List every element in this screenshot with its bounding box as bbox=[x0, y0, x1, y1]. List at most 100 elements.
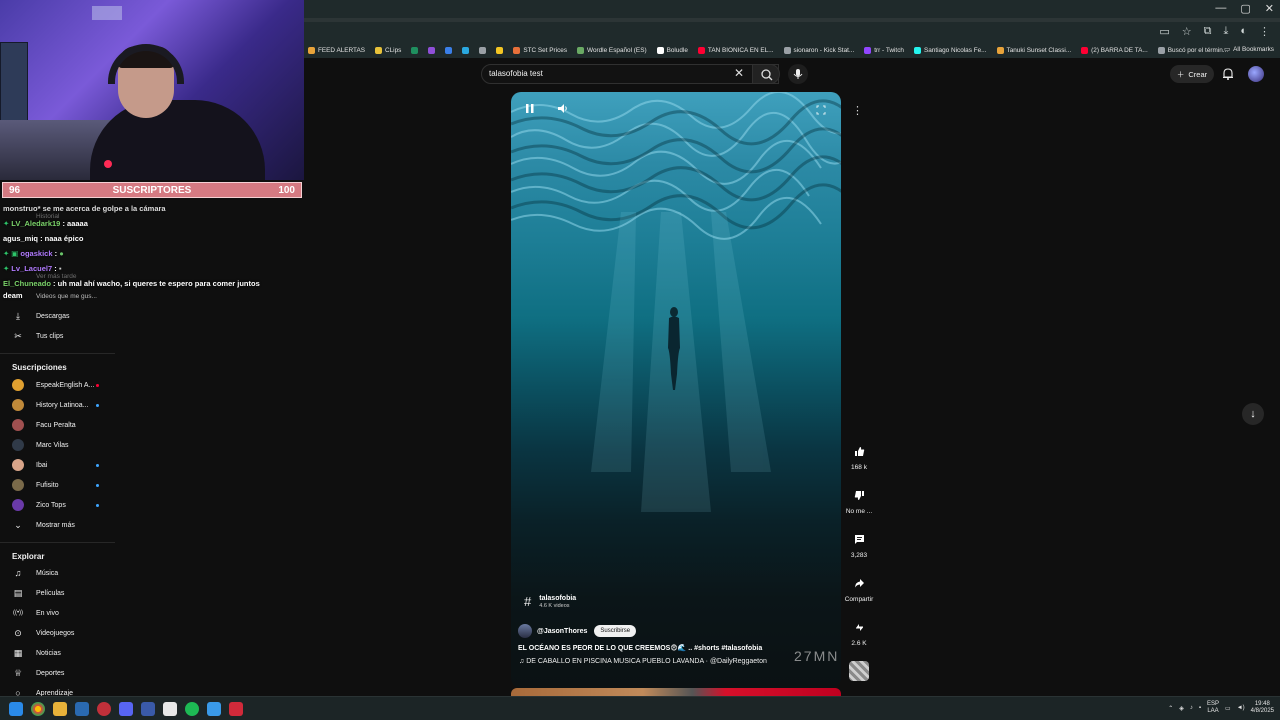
remix-button[interactable] bbox=[848, 616, 870, 638]
hashtag-chip[interactable]: # talasofobia 4.6 K videos bbox=[524, 594, 576, 609]
bookmark-item[interactable] bbox=[496, 46, 504, 54]
chat-message: ✦ LV_Aledark19 : aaaaa bbox=[3, 219, 88, 228]
bookmark-item[interactable]: trr - Twitch bbox=[864, 46, 904, 54]
channel-avatar[interactable] bbox=[518, 624, 532, 638]
pause-button[interactable] bbox=[525, 103, 535, 117]
close-window-button[interactable]: ✕ bbox=[1265, 2, 1274, 15]
minimize-button[interactable]: — bbox=[1215, 2, 1226, 15]
voice-search-button[interactable] bbox=[788, 64, 808, 84]
bookmark-item[interactable]: (2) BARRA DE TA... bbox=[1081, 46, 1148, 54]
bookmark-item[interactable] bbox=[428, 46, 436, 54]
fullscreen-button[interactable] bbox=[816, 105, 826, 117]
bookmark-item[interactable]: TAN BIONICA EN EL... bbox=[697, 46, 774, 54]
chat-message: agus_miq : naaa épico bbox=[3, 234, 84, 243]
explore-item[interactable]: ♕ Deportes bbox=[0, 663, 115, 683]
explore-item[interactable]: ((•)) En vivo bbox=[0, 603, 115, 623]
channel-name[interactable]: @JasonThores bbox=[537, 628, 587, 635]
comments-button[interactable] bbox=[848, 528, 870, 550]
cast-icon[interactable]: ▭ bbox=[1159, 25, 1169, 38]
subscription-item[interactable]: Ibai bbox=[0, 455, 115, 475]
app-icon[interactable] bbox=[163, 702, 177, 716]
clock[interactable]: 19:48 4/8/2025 bbox=[1251, 701, 1274, 715]
app-icon[interactable] bbox=[207, 702, 221, 716]
steam-icon[interactable] bbox=[75, 702, 89, 716]
discord-icon[interactable] bbox=[119, 702, 133, 716]
explore-item[interactable]: ♫ Música bbox=[0, 563, 115, 583]
explore-item[interactable]: ⊙ Videojuegos bbox=[0, 623, 115, 643]
bookmark-favicon-icon bbox=[697, 46, 705, 54]
bookmark-item[interactable]: FEED ALERTAS bbox=[308, 46, 365, 54]
bookmark-item[interactable] bbox=[445, 46, 453, 54]
app-tray-icon[interactable]: ▪ bbox=[1199, 705, 1201, 711]
file-explorer-icon[interactable] bbox=[53, 702, 67, 716]
bookmark-item[interactable]: sionaron - Kick Stat... bbox=[783, 46, 854, 54]
monitor-icon[interactable]: ▭ bbox=[1225, 705, 1231, 712]
app-icon[interactable] bbox=[229, 702, 243, 716]
windows-start-icon[interactable] bbox=[9, 702, 23, 716]
app-icon[interactable] bbox=[97, 702, 111, 716]
subscription-item[interactable]: Fufisito bbox=[0, 475, 115, 495]
next-short-button[interactable]: ↓ bbox=[1242, 403, 1264, 425]
bookmark-item[interactable] bbox=[411, 46, 419, 54]
short-title[interactable]: EL OCÉANO ES PEOR DE LO QUE CREEMOS😨🌊 ..… bbox=[518, 644, 762, 652]
video-watermark: 27MN bbox=[794, 648, 840, 664]
chrome-icon[interactable] bbox=[31, 702, 45, 716]
download-icon[interactable]: ⤓ bbox=[1223, 25, 1228, 38]
thumbs-up-icon bbox=[854, 446, 864, 456]
menu-icon[interactable]: ⋮ bbox=[1259, 25, 1270, 38]
mic-icon[interactable]: ♪ bbox=[1190, 705, 1193, 711]
subscription-item[interactable]: Marc Vilas bbox=[0, 435, 115, 455]
maximize-button[interactable]: ▢ bbox=[1240, 2, 1250, 15]
sword-icon: ✦ bbox=[3, 264, 10, 273]
bookmark-item[interactable]: Boludle bbox=[656, 46, 688, 54]
next-short-preview[interactable] bbox=[511, 688, 841, 696]
sound-thumbnail[interactable] bbox=[849, 661, 869, 681]
short-music[interactable]: ♫ DE CABALLO EN PISCINA MUSICA PUEBLO LA… bbox=[519, 658, 767, 665]
search-button[interactable] bbox=[752, 64, 780, 84]
comment-count: 3,283 bbox=[850, 552, 868, 559]
app-icon[interactable] bbox=[141, 702, 155, 716]
chevron-up-icon[interactable]: ⌃ bbox=[1168, 705, 1173, 712]
bookmark-item[interactable]: Tanuki Sunset Classi... bbox=[996, 46, 1071, 54]
language-indicator[interactable]: ESP LAA bbox=[1207, 701, 1219, 715]
account-avatar[interactable] bbox=[1248, 66, 1264, 82]
extensions-icon[interactable]: ⧉ bbox=[1204, 25, 1212, 38]
notifications-button[interactable] bbox=[1221, 67, 1235, 84]
bookmark-item[interactable]: Buscó por el términ... bbox=[1157, 46, 1228, 54]
share-button[interactable] bbox=[848, 572, 870, 594]
volume-icon[interactable]: ◄) bbox=[1237, 705, 1245, 711]
subscription-item[interactable]: History Latinoa... bbox=[0, 395, 115, 415]
emote-icon: ● bbox=[59, 249, 64, 258]
bookmark-favicon-icon bbox=[513, 46, 521, 54]
explore-item[interactable]: ▤ Películas bbox=[0, 583, 115, 603]
clear-search-icon[interactable]: ✕ bbox=[734, 66, 744, 80]
bookmark-item[interactable] bbox=[479, 46, 487, 54]
volume-button[interactable] bbox=[557, 103, 569, 117]
network-icon[interactable]: ◈ bbox=[1179, 705, 1184, 712]
more-options-icon[interactable]: ⋮ bbox=[852, 104, 863, 117]
channel-avatar bbox=[12, 479, 24, 491]
like-button[interactable] bbox=[848, 440, 870, 462]
bookmark-item[interactable]: Wordle Español (ES) bbox=[577, 46, 647, 54]
guide-item-clips[interactable]: ✂ Tus clips bbox=[0, 326, 115, 346]
subscription-item[interactable]: Facu Peralta bbox=[0, 415, 115, 435]
gamepad-icon: ⊙ bbox=[14, 627, 22, 638]
channel-row: @JasonThores Suscribirse bbox=[518, 624, 637, 638]
all-bookmarks[interactable]: ▭ All Bookmarks bbox=[1224, 45, 1274, 54]
spotify-icon[interactable] bbox=[185, 702, 199, 716]
create-button[interactable]: ＋ Crear bbox=[1170, 65, 1214, 83]
bookmark-item[interactable]: Santiago Nicolas Fe... bbox=[913, 46, 987, 54]
explore-item[interactable]: ▦ Noticias bbox=[0, 643, 115, 663]
bookmark-item[interactable] bbox=[462, 46, 470, 54]
subscription-item[interactable]: Zico Tops bbox=[0, 495, 115, 515]
subscription-item[interactable]: EspeakEnglish A... bbox=[0, 375, 115, 395]
star-icon[interactable]: ☆ bbox=[1182, 25, 1192, 38]
bookmark-item[interactable]: CLips bbox=[375, 46, 401, 54]
guide-item-downloads[interactable]: ⤓ Descargas bbox=[0, 306, 115, 326]
live-indicator bbox=[96, 483, 99, 487]
show-more-button[interactable]: ⌄ Mostrar más bbox=[0, 515, 115, 535]
profile-icon[interactable]: ◐ bbox=[1240, 25, 1247, 38]
subscribe-button[interactable]: Suscribirse bbox=[594, 625, 637, 637]
bookmark-item[interactable]: STC Set Prices bbox=[513, 46, 567, 54]
dislike-button[interactable] bbox=[848, 484, 870, 506]
